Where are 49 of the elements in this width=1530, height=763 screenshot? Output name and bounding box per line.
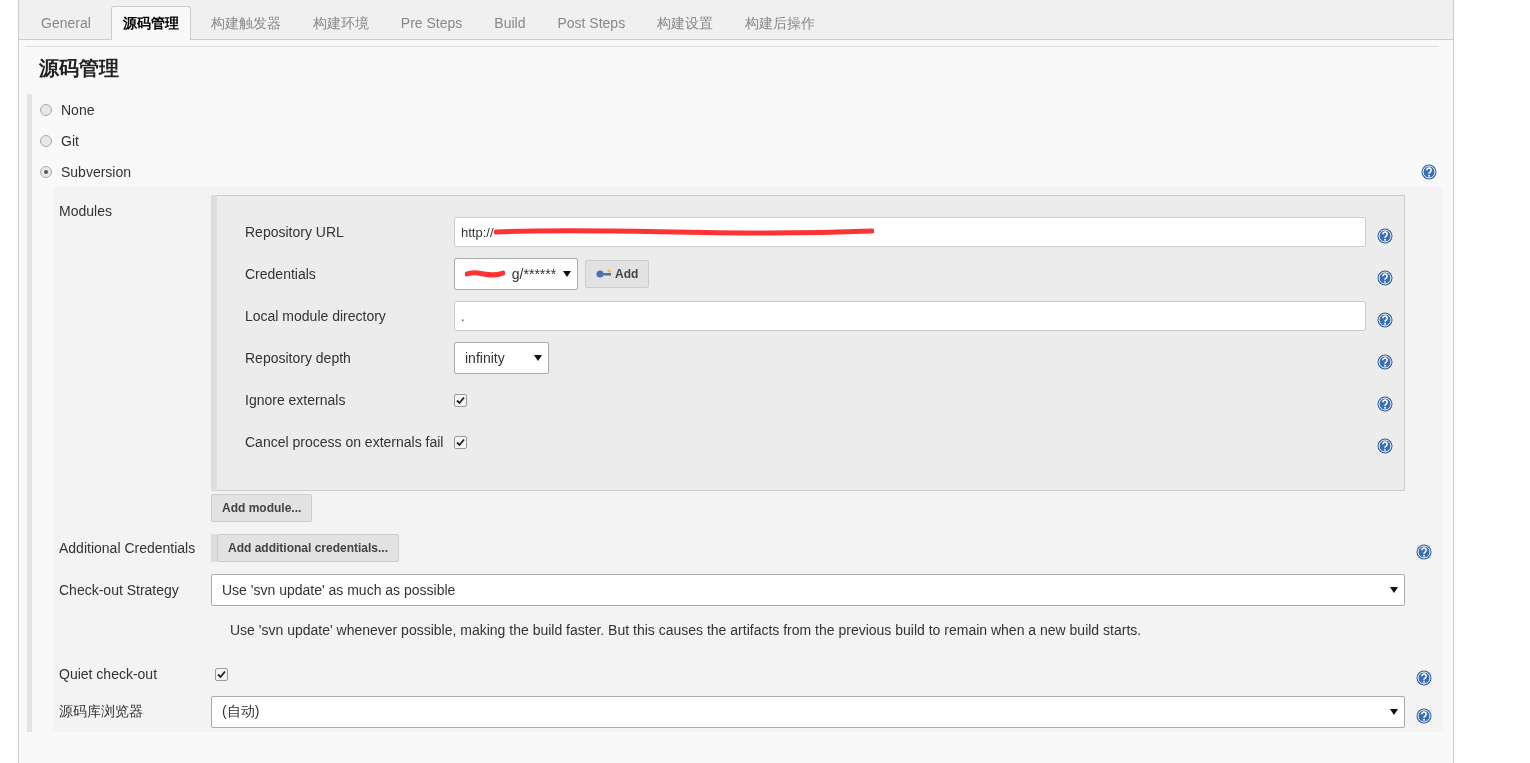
depth-select[interactable]: infinity	[454, 342, 549, 374]
help-icon[interactable]	[1421, 163, 1437, 180]
field-label: 源码库浏览器	[59, 703, 144, 721]
field-label: Modules	[59, 203, 112, 219]
radio-label: Subversion	[61, 163, 132, 180]
browser-select[interactable]: (自动)	[211, 696, 1405, 728]
radio-label: Git	[61, 132, 79, 149]
radio-button[interactable]	[40, 165, 52, 178]
field-label: Quiet check-out	[59, 666, 159, 682]
help-icon[interactable]	[1377, 312, 1393, 328]
field-label: Cancel process on externals fail	[245, 434, 445, 450]
caret-icon	[1390, 709, 1398, 715]
field-label: Repository depth	[245, 350, 352, 366]
help-icon[interactable]	[1416, 670, 1432, 686]
radio-label: None	[61, 101, 95, 118]
help-icon[interactable]	[1377, 270, 1393, 286]
help-icon[interactable]	[1377, 228, 1393, 244]
checkbox[interactable]	[454, 393, 467, 407]
field-label: Local module directory	[245, 308, 387, 324]
field-label: Check-out Strategy	[59, 582, 179, 598]
radio-button[interactable]	[40, 103, 52, 116]
help-icon[interactable]	[1416, 544, 1432, 560]
field-label: Repository URL	[245, 224, 345, 240]
caret-icon	[534, 355, 542, 361]
caret-icon	[1390, 587, 1398, 593]
caret-icon	[563, 271, 571, 277]
checkbox[interactable]	[215, 667, 228, 681]
help-icon[interactable]	[1377, 438, 1393, 454]
add-button[interactable]: Add	[585, 260, 650, 288]
section-title: 源码管理	[38, 56, 120, 81]
help-icon[interactable]	[1377, 354, 1393, 370]
tab[interactable]: 源码管理	[110, 6, 191, 40]
help-icon[interactable]	[1377, 396, 1393, 412]
text-field[interactable]: http://	[454, 217, 1366, 247]
field-value: .	[461, 308, 465, 324]
field-value: http://	[461, 224, 494, 240]
credentials-select[interactable]: g/******	[454, 258, 578, 290]
field-label: Ignore externals	[245, 392, 347, 408]
checkbox[interactable]	[454, 435, 467, 449]
add-module-button[interactable]: Add module...	[211, 494, 313, 522]
field-label: Additional Credentials	[59, 540, 197, 556]
field-label: Credentials	[245, 266, 317, 282]
strategy-select[interactable]: Use 'svn update' as much as possible	[211, 574, 1405, 606]
strategy-description: Use 'svn update' whenever possible, making the build faster. But this causes the artifacts from the previous build to remain when a new build starts.	[229, 621, 1143, 640]
add-credentials-button[interactable]: Add additional credentials...	[217, 534, 400, 562]
radio-button[interactable]	[40, 134, 52, 147]
key-icon	[596, 269, 612, 279]
help-icon[interactable]	[1416, 708, 1432, 724]
text-field[interactable]: .	[454, 301, 1366, 331]
